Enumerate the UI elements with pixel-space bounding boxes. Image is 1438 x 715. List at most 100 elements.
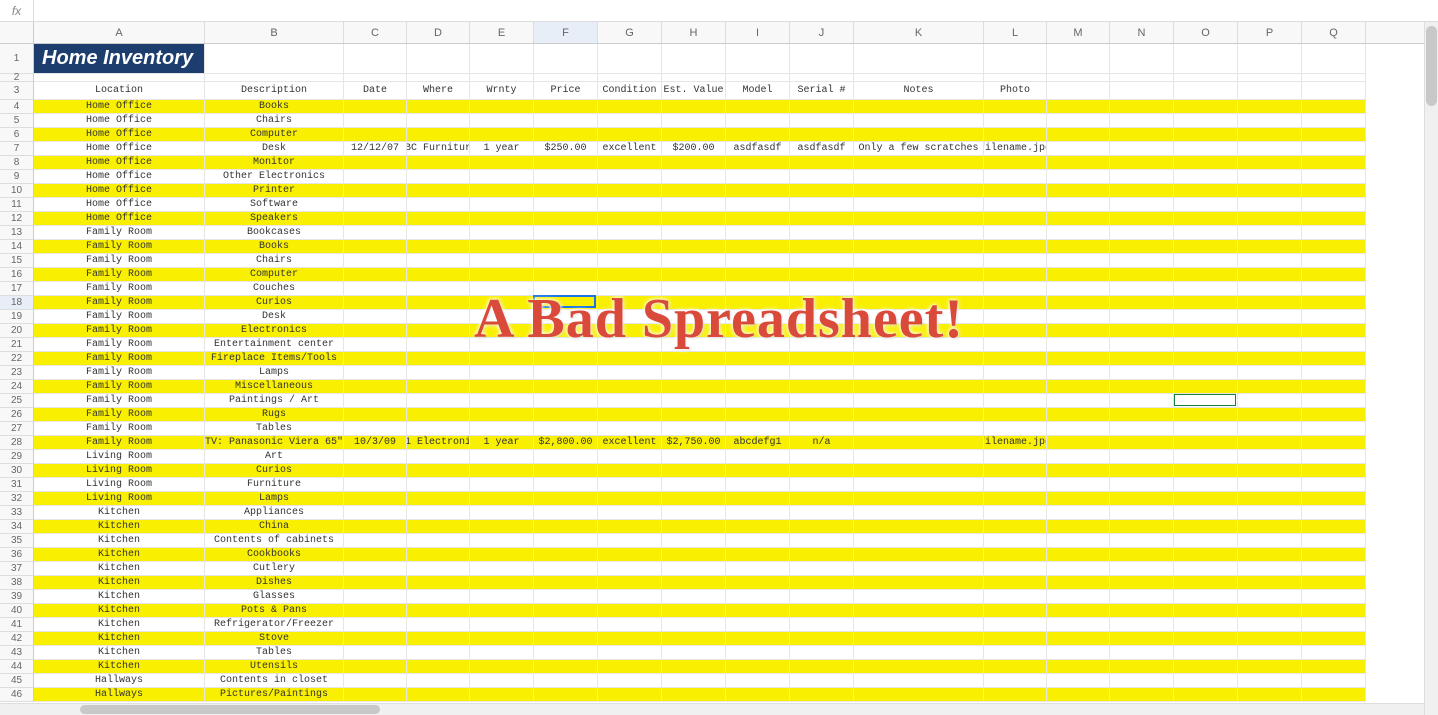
cell-B25[interactable]: Paintings / Art [205, 394, 344, 408]
cell-B27[interactable]: Tables [205, 422, 344, 436]
cell-A40[interactable]: Kitchen [34, 604, 205, 618]
cell-M1[interactable] [1047, 44, 1110, 74]
cell-B42[interactable]: Stove [205, 632, 344, 646]
column-header-E[interactable]: E [470, 22, 534, 43]
cell-E30[interactable] [470, 464, 534, 478]
cell-O28[interactable] [1174, 436, 1238, 450]
row-header-43[interactable]: 43 [0, 646, 34, 660]
cell-O18[interactable] [1174, 296, 1238, 310]
cell-B6[interactable]: Computer [205, 128, 344, 142]
cell-I24[interactable] [726, 380, 790, 394]
cell-G37[interactable] [598, 562, 662, 576]
cell-C5[interactable] [344, 114, 407, 128]
cell-M15[interactable] [1047, 254, 1110, 268]
cell-I11[interactable] [726, 198, 790, 212]
cell-D43[interactable] [407, 646, 470, 660]
cell-O45[interactable] [1174, 674, 1238, 688]
cell-H30[interactable] [662, 464, 726, 478]
cell-J46[interactable] [790, 688, 854, 702]
cell-B13[interactable]: Bookcases [205, 226, 344, 240]
cell-M35[interactable] [1047, 534, 1110, 548]
cell-F10[interactable] [534, 184, 598, 198]
cell-E36[interactable] [470, 548, 534, 562]
cell-L37[interactable] [984, 562, 1047, 576]
cell-H44[interactable] [662, 660, 726, 674]
cell-P18[interactable] [1238, 296, 1302, 310]
cell-A10[interactable]: Home Office [34, 184, 205, 198]
cell-C34[interactable] [344, 520, 407, 534]
cell-E38[interactable] [470, 576, 534, 590]
column-header-P[interactable]: P [1238, 22, 1302, 43]
cell-O11[interactable] [1174, 198, 1238, 212]
cell-N45[interactable] [1110, 674, 1174, 688]
cell-C11[interactable] [344, 198, 407, 212]
cell-B24[interactable]: Miscellaneous [205, 380, 344, 394]
cell-N29[interactable] [1110, 450, 1174, 464]
cell-C24[interactable] [344, 380, 407, 394]
cell-E17[interactable] [470, 282, 534, 296]
row-header-10[interactable]: 10 [0, 184, 34, 198]
cell-D10[interactable] [407, 184, 470, 198]
cell-M16[interactable] [1047, 268, 1110, 282]
cell-D36[interactable] [407, 548, 470, 562]
cell-J27[interactable] [790, 422, 854, 436]
cell-H16[interactable] [662, 268, 726, 282]
cell-K38[interactable] [854, 576, 984, 590]
horizontal-scroll-thumb[interactable] [80, 705, 380, 714]
cell-E33[interactable] [470, 506, 534, 520]
column-header-A[interactable]: A [34, 22, 205, 43]
cell-I38[interactable] [726, 576, 790, 590]
cell-K17[interactable] [854, 282, 984, 296]
cell-D37[interactable] [407, 562, 470, 576]
cell-Q12[interactable] [1302, 212, 1366, 226]
cell-A46[interactable]: Hallways [34, 688, 205, 702]
cell-M17[interactable] [1047, 282, 1110, 296]
cell-N25[interactable] [1110, 394, 1174, 408]
cell-L18[interactable] [984, 296, 1047, 310]
cell-I3[interactable]: Model [726, 82, 790, 100]
cell-G21[interactable] [598, 338, 662, 352]
cell-M29[interactable] [1047, 450, 1110, 464]
cell-K18[interactable] [854, 296, 984, 310]
cell-C23[interactable] [344, 366, 407, 380]
cell-H33[interactable] [662, 506, 726, 520]
row-header-4[interactable]: 4 [0, 100, 34, 114]
cell-N18[interactable] [1110, 296, 1174, 310]
cell-E8[interactable] [470, 156, 534, 170]
cell-D40[interactable] [407, 604, 470, 618]
cell-I13[interactable] [726, 226, 790, 240]
column-header-N[interactable]: N [1110, 22, 1174, 43]
cell-O5[interactable] [1174, 114, 1238, 128]
cell-P20[interactable] [1238, 324, 1302, 338]
cell-A30[interactable]: Living Room [34, 464, 205, 478]
cell-I40[interactable] [726, 604, 790, 618]
cell-L17[interactable] [984, 282, 1047, 296]
cell-K45[interactable] [854, 674, 984, 688]
cell-C3[interactable]: Date [344, 82, 407, 100]
cell-A12[interactable]: Home Office [34, 212, 205, 226]
cell-M26[interactable] [1047, 408, 1110, 422]
cell-G10[interactable] [598, 184, 662, 198]
cell-H26[interactable] [662, 408, 726, 422]
row-header-46[interactable]: 46 [0, 688, 34, 702]
row-header-19[interactable]: 19 [0, 310, 34, 324]
cell-F35[interactable] [534, 534, 598, 548]
cell-F21[interactable] [534, 338, 598, 352]
row-header-41[interactable]: 41 [0, 618, 34, 632]
row-header-40[interactable]: 40 [0, 604, 34, 618]
cell-J42[interactable] [790, 632, 854, 646]
cell-L20[interactable] [984, 324, 1047, 338]
cell-M44[interactable] [1047, 660, 1110, 674]
cell-I36[interactable] [726, 548, 790, 562]
cell-B32[interactable]: Lamps [205, 492, 344, 506]
cell-B2[interactable] [205, 74, 344, 82]
row-header-1[interactable]: 1 [0, 44, 34, 74]
cell-H7[interactable]: $200.00 [662, 142, 726, 156]
cell-B44[interactable]: Utensils [205, 660, 344, 674]
cell-E12[interactable] [470, 212, 534, 226]
cell-Q9[interactable] [1302, 170, 1366, 184]
cell-G32[interactable] [598, 492, 662, 506]
column-header-I[interactable]: I [726, 22, 790, 43]
cell-A34[interactable]: Kitchen [34, 520, 205, 534]
cell-E25[interactable] [470, 394, 534, 408]
